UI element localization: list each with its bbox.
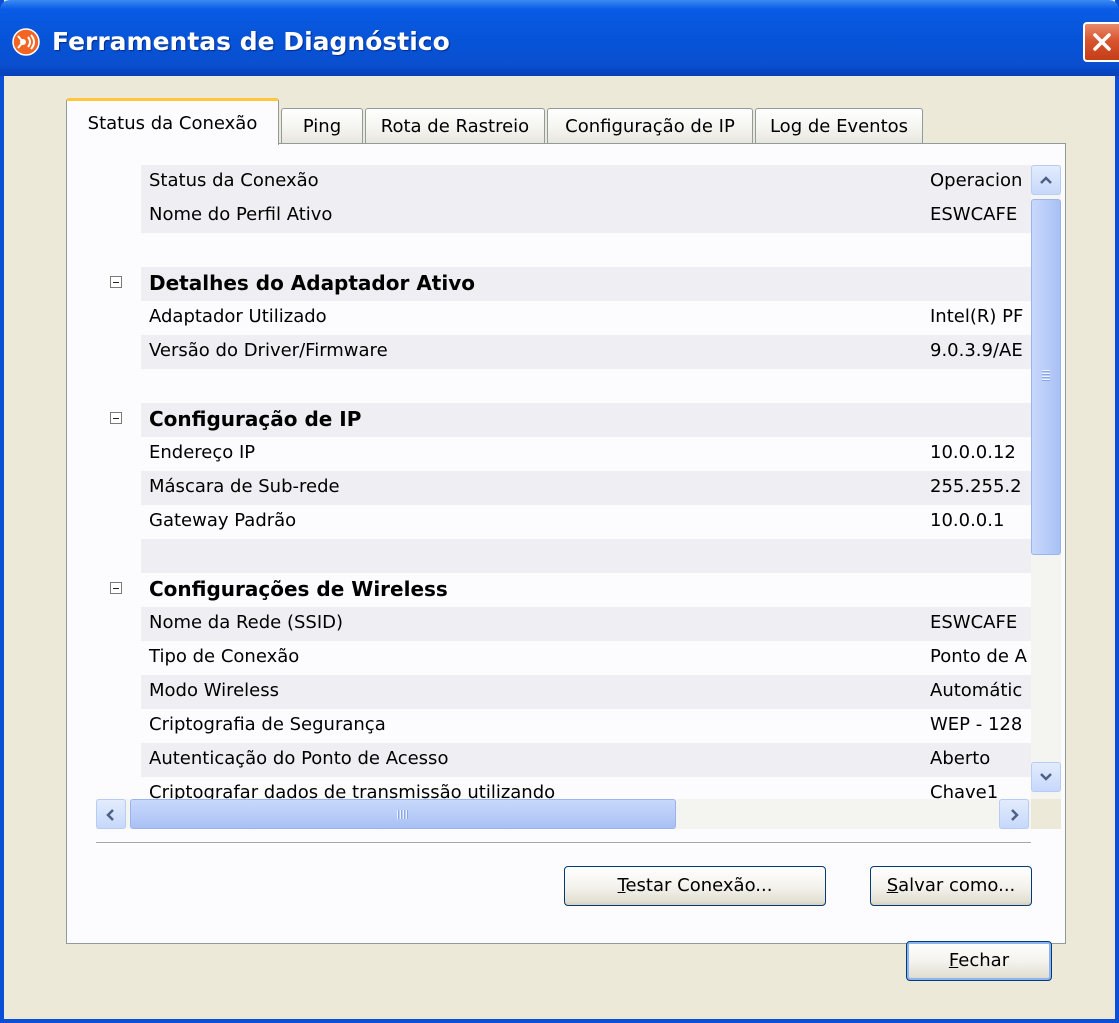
blank-row	[96, 539, 1031, 573]
list-item[interactable]: Tipo de Conexão Ponto de A	[96, 641, 1031, 675]
blank-row	[96, 233, 1031, 267]
scroll-down-arrow-icon	[1040, 773, 1052, 781]
list-item[interactable]: Nome da Rede (SSID) ESWCAFE	[96, 607, 1031, 641]
tab-label: Status da Conexão	[87, 113, 258, 134]
close-button[interactable]: Fechar	[906, 941, 1052, 981]
tab-ping[interactable]: Ping	[281, 108, 363, 144]
item-value: Operacion	[930, 170, 1023, 191]
scroll-left-arrow-icon	[106, 809, 114, 821]
list-item[interactable]: Adaptador Utilizado Intel(R) PF	[96, 301, 1031, 335]
section-header-adapter[interactable]: Detalhes do Adaptador Ativo	[96, 267, 1031, 301]
item-value: 9.0.3.9/AE	[930, 340, 1023, 361]
test-connection-button[interactable]: Testar Conexão...	[564, 866, 826, 906]
grip-icon	[397, 810, 409, 819]
title-bar[interactable]: Ferramentas de Diagnóstico	[0, 0, 1119, 76]
item-label: Criptografia de Segurança	[149, 714, 386, 735]
item-value: ESWCAFE	[930, 204, 1018, 225]
item-label: Status da Conexão	[149, 170, 319, 191]
scroll-up-button[interactable]	[1031, 165, 1061, 195]
grip-icon	[1042, 370, 1050, 382]
tab-ip-configuration[interactable]: Configuração de IP	[547, 108, 753, 144]
list-item[interactable]: Versão do Driver/Firmware 9.0.3.9/AE	[96, 335, 1031, 369]
item-value: Automátic	[930, 680, 1023, 701]
list-item[interactable]: Endereço IP 10.0.0.12	[96, 437, 1031, 471]
tab-label: Rota de Rastreio	[380, 116, 530, 137]
item-label: Gateway Padrão	[149, 510, 297, 531]
collapse-minus-icon[interactable]	[110, 276, 122, 288]
divider	[96, 842, 1031, 844]
item-value: Chave1	[930, 782, 999, 799]
collapse-minus-icon[interactable]	[110, 582, 122, 594]
window-title: Ferramentas de Diagnóstico	[52, 27, 450, 56]
list-item[interactable]: Status da Conexão Operacion	[96, 165, 1031, 199]
test-label: estar Conexão...	[625, 875, 773, 896]
item-label: Nome da Rede (SSID)	[149, 612, 344, 633]
item-label: Adaptador Utilizado	[149, 306, 327, 327]
item-label: Autenticação do Ponto de Acesso	[149, 748, 449, 769]
tab-label: Log de Eventos	[769, 116, 909, 137]
scroll-down-button[interactable]	[1031, 762, 1061, 792]
scroll-right-arrow-icon	[1011, 809, 1019, 821]
vertical-scrollbar[interactable]	[1031, 165, 1061, 799]
section-header-wireless[interactable]: Configurações de Wireless	[96, 573, 1031, 607]
item-label: Nome do Perfil Ativo	[149, 204, 333, 225]
item-value: Ponto de A	[930, 646, 1027, 667]
item-value: Aberto	[930, 748, 991, 769]
section-title: Detalhes do Adaptador Ativo	[149, 271, 475, 295]
close-icon	[1093, 33, 1111, 51]
item-label: Endereço IP	[149, 442, 256, 463]
collapse-minus-icon[interactable]	[110, 412, 122, 424]
save-as-button[interactable]: Salvar como...	[870, 866, 1032, 906]
tab-label: Configuração de IP	[565, 116, 735, 137]
section-title: Configurações de Wireless	[149, 577, 448, 601]
save-label: alvar como...	[898, 875, 1016, 896]
vertical-scroll-thumb[interactable]	[1031, 199, 1061, 555]
tab-connection-status[interactable]: Status da Conexão	[66, 98, 279, 145]
item-value: 10.0.0.1	[930, 510, 1005, 531]
scrollbar-corner	[1031, 799, 1061, 829]
list-item[interactable]: Nome do Perfil Ativo ESWCAFE	[96, 199, 1031, 233]
list-item[interactable]: Gateway Padrão 10.0.0.1	[96, 505, 1031, 539]
item-value: 255.255.2	[930, 476, 1022, 497]
diagnostic-app-icon	[12, 28, 40, 56]
item-value: Intel(R) PF	[930, 306, 1024, 327]
scroll-right-button[interactable]	[999, 799, 1029, 829]
tab-traceroute[interactable]: Rota de Rastreio	[365, 108, 545, 144]
list-item[interactable]: Máscara de Sub-rede 255.255.2	[96, 471, 1031, 505]
item-value: WEP - 128	[930, 714, 1023, 735]
item-label: Máscara de Sub-rede	[149, 476, 340, 497]
close-mnemonic: F	[948, 950, 959, 971]
scroll-up-arrow-icon	[1040, 176, 1052, 184]
item-label: Modo Wireless	[149, 680, 280, 701]
save-mnemonic: S	[886, 875, 899, 896]
section-title: Configuração de IP	[149, 407, 362, 431]
list-item[interactable]: Criptografar dados de transmissão utiliz…	[96, 777, 1031, 799]
close-window-button[interactable]	[1083, 22, 1119, 62]
list-item[interactable]: Modo Wireless Automátic	[96, 675, 1031, 709]
item-label: Tipo de Conexão	[149, 646, 300, 667]
close-label: echar	[958, 950, 1010, 971]
diagnostic-tools-window: Ferramentas de Diagnóstico Status da Con…	[0, 0, 1119, 1023]
item-label: Versão do Driver/Firmware	[149, 340, 388, 361]
tab-label: Ping	[302, 116, 342, 137]
horizontal-scroll-thumb[interactable]	[130, 799, 676, 829]
tab-event-log[interactable]: Log de Eventos	[755, 108, 923, 144]
list-item[interactable]: Criptografia de Segurança WEP - 128	[96, 709, 1031, 743]
section-header-ip[interactable]: Configuração de IP	[96, 403, 1031, 437]
horizontal-scrollbar[interactable]	[96, 799, 1031, 829]
item-label: Criptografar dados de transmissão utiliz…	[149, 782, 556, 799]
list-item[interactable]: Autenticação do Ponto de Acesso Aberto	[96, 743, 1031, 777]
property-list[interactable]: Status da Conexão Operacion Nome do Perf…	[96, 165, 1031, 799]
blank-row	[96, 369, 1031, 403]
scroll-left-button[interactable]	[96, 799, 126, 829]
item-value: ESWCAFE	[930, 612, 1018, 633]
item-value: 10.0.0.12	[930, 442, 1016, 463]
